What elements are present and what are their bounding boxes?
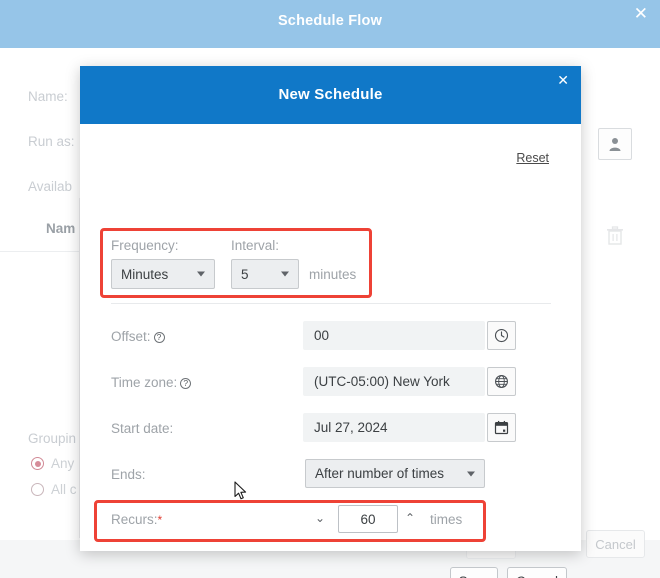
recurs-unit-label: times	[430, 512, 463, 527]
name-label: Name:	[28, 89, 68, 104]
recurs-label-text: Recurs:	[111, 512, 158, 527]
chevron-down-icon	[197, 271, 205, 277]
close-icon[interactable]: ✕	[557, 74, 569, 88]
chevron-down-icon	[281, 271, 289, 277]
globe-icon	[495, 375, 508, 388]
offset-label-text: Offset:	[111, 329, 151, 344]
start-date-calendar-button[interactable]	[487, 413, 516, 442]
cancel-button[interactable]: Cancel	[507, 567, 567, 578]
new-schedule-body: Reset Frequency: Minutes Interval: 5 min…	[80, 124, 581, 578]
ends-value: After number of times	[315, 466, 445, 481]
grouping-label: Groupin	[28, 431, 77, 446]
interval-label: Interval:	[231, 238, 280, 253]
recurs-value: 60	[360, 511, 376, 527]
new-schedule-dialog: New Schedule ✕ Reset Frequency: Minutes …	[80, 66, 581, 578]
timezone-label: Time zone:	[111, 375, 192, 390]
recurs-input[interactable]: 60	[338, 505, 398, 533]
radio-any-indicator[interactable]	[31, 457, 44, 470]
timezone-globe-button[interactable]	[487, 367, 516, 396]
offset-clock-button[interactable]	[487, 321, 516, 350]
timezone-input[interactable]: (UTC-05:00) New York	[303, 367, 485, 396]
close-icon[interactable]: ✕	[634, 6, 648, 23]
frequency-select[interactable]: Minutes	[111, 259, 215, 289]
screenshot-root: Schedule Flow ✕ Name: Run as: Availab Na…	[0, 0, 660, 578]
required-marker: *	[157, 513, 163, 527]
background-dialog-header: Schedule Flow ✕	[0, 0, 660, 48]
trash-icon[interactable]	[606, 226, 624, 251]
run-as-label: Run as:	[28, 134, 75, 149]
save-button[interactable]: Save	[450, 567, 498, 578]
ends-label: Ends:	[111, 467, 146, 482]
radio-all-indicator[interactable]	[31, 483, 44, 496]
start-date-label: Start date:	[111, 421, 174, 436]
radio-option-all[interactable]: All c	[31, 482, 77, 497]
mouse-cursor	[234, 481, 248, 506]
radio-option-any[interactable]: Any	[31, 456, 74, 471]
clock-icon	[494, 328, 509, 343]
ends-select[interactable]: After number of times	[305, 459, 485, 488]
chevron-down-icon	[467, 471, 475, 476]
column-header-name: Nam	[46, 221, 76, 236]
interval-select[interactable]: 5	[231, 259, 299, 289]
reset-link[interactable]: Reset	[516, 151, 549, 165]
radio-all-label: All c	[51, 482, 77, 497]
section-divider	[111, 303, 551, 304]
new-schedule-header: New Schedule ✕	[80, 66, 581, 124]
available-label: Availab	[28, 179, 73, 194]
table-header-divider	[0, 251, 80, 252]
calendar-icon	[494, 420, 509, 435]
timezone-label-text: Time zone:	[111, 375, 178, 390]
frequency-label: Frequency:	[111, 238, 179, 253]
chevron-up-icon[interactable]: ⌃	[405, 511, 415, 525]
person-icon	[609, 137, 621, 151]
chevron-down-icon[interactable]: ⌄	[315, 511, 325, 525]
radio-any-label: Any	[51, 456, 75, 471]
offset-label: Offset:	[111, 329, 165, 344]
background-cancel-button[interactable]: Cancel	[586, 530, 645, 558]
person-icon-button[interactable]	[598, 128, 632, 160]
recurs-label: Recurs:*	[111, 512, 162, 527]
interval-unit-label: minutes	[309, 267, 357, 282]
start-date-value: Jul 27, 2024	[314, 420, 388, 435]
new-schedule-title: New Schedule	[278, 86, 383, 103]
help-icon[interactable]	[180, 377, 192, 389]
interval-value: 5	[241, 266, 249, 282]
offset-input[interactable]: 00	[303, 321, 485, 350]
offset-value: 00	[314, 328, 330, 343]
help-icon[interactable]	[153, 331, 165, 343]
frequency-value: Minutes	[121, 266, 169, 282]
timezone-value: (UTC-05:00) New York	[314, 374, 450, 389]
start-date-input[interactable]: Jul 27, 2024	[303, 413, 485, 442]
background-dialog-title: Schedule Flow	[277, 13, 383, 29]
